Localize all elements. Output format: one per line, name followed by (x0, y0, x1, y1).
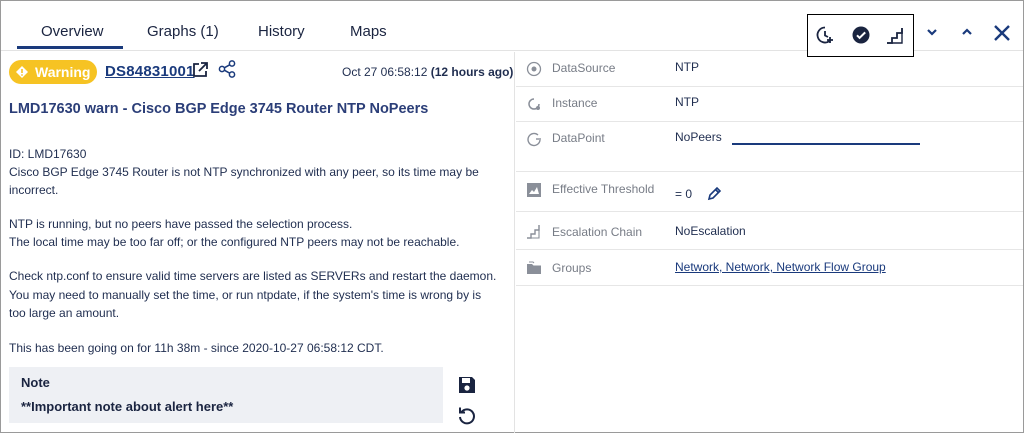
chevron-down-icon[interactable] (922, 22, 942, 42)
description-line: too large an amount. (9, 306, 120, 320)
detail-row-datapoint: DataPoint NoPeers (516, 122, 1023, 172)
detail-value: NTP (675, 95, 699, 109)
detail-row-escalation: Escalation Chain NoEscalation (516, 212, 1023, 250)
escalate-stairs-icon[interactable] (884, 24, 906, 46)
timestamp-value: Oct 27 06:58:12 (342, 65, 428, 79)
detail-label: Escalation Chain (552, 225, 643, 239)
ack-clock-icon[interactable] (814, 24, 836, 46)
detail-value: NoPeers (675, 130, 722, 144)
description-line: ID: LMD17630 (9, 147, 87, 161)
description-line: Cisco BGP Edge 3745 Router is not NTP sy… (9, 165, 479, 179)
undo-icon[interactable] (457, 405, 477, 427)
alert-detail-panel: Overview Graphs (1) History Maps Warning… (0, 0, 1024, 433)
detail-value: NoEscalation (675, 224, 746, 238)
detail-label: Instance (552, 96, 598, 110)
warning-diamond-icon (16, 66, 28, 78)
chevron-up-icon[interactable] (957, 22, 977, 42)
edit-threshold-icon[interactable] (706, 186, 722, 202)
close-icon[interactable] (991, 22, 1013, 44)
detail-label: Groups (552, 261, 592, 275)
datasource-icon (526, 61, 542, 77)
severity-label: Warning (35, 64, 91, 80)
description-line: This has been going on for 11h 38m - sin… (9, 341, 384, 355)
ack-check-icon[interactable] (850, 24, 872, 46)
folder-icon (526, 260, 542, 276)
detail-value: NTP (675, 60, 699, 74)
detail-row-instance: Instance NTP (516, 87, 1023, 122)
alert-actions-toolbar (807, 14, 914, 57)
groups-link[interactable]: Network, Network, Network Flow Group (675, 260, 886, 274)
description-line: incorrect. (9, 183, 59, 197)
datapoint-icon (526, 131, 542, 147)
tab-overview[interactable]: Overview (41, 23, 104, 40)
description-line: Check ntp.conf to ensure valid time serv… (9, 269, 497, 283)
description-line: You may need to manually set the time, o… (9, 288, 482, 302)
detail-row-groups: Groups Network, Network, Network Flow Gr… (516, 250, 1023, 286)
detail-row-datasource: DataSource NTP (516, 52, 1023, 87)
description-line: NTP is running, but no peers have passed… (9, 217, 353, 231)
share-icon[interactable] (217, 59, 237, 79)
alert-title: LMD17630 warn - Cisco BGP Edge 3745 Rout… (9, 101, 429, 117)
severity-badge: Warning (9, 60, 97, 84)
detail-label: DataPoint (552, 131, 605, 145)
datapoint-underline (732, 143, 920, 145)
note-text[interactable]: **Important note about alert here** (21, 399, 233, 414)
detail-row-threshold: Effective Threshold = 0 (516, 172, 1023, 212)
instance-icon (526, 96, 542, 112)
tab-bar: Overview Graphs (1) History Maps (1, 1, 1023, 57)
save-icon[interactable] (457, 375, 477, 395)
note-editor[interactable]: Note **Important note about alert here** (9, 367, 443, 423)
description-line: The local time may be too far off; or th… (9, 235, 460, 249)
tab-history[interactable]: History (258, 23, 305, 40)
tab-graphs[interactable]: Graphs (1) (147, 23, 219, 40)
escalation-icon (526, 223, 542, 239)
threshold-icon (526, 182, 542, 198)
note-label: Note (21, 375, 50, 390)
alert-timestamp: Oct 27 06:58:12 (12 hours ago) (342, 65, 513, 79)
timestamp-age: (12 hours ago) (430, 65, 514, 79)
tab-maps[interactable]: Maps (350, 23, 387, 40)
external-link-icon[interactable] (190, 60, 210, 80)
detail-value: = 0 (675, 187, 693, 201)
detail-label: DataSource (552, 61, 616, 75)
active-tab-indicator (17, 46, 123, 49)
detail-label: Effective Threshold (552, 182, 655, 196)
alert-id-link[interactable]: DS84831001 (105, 63, 195, 80)
